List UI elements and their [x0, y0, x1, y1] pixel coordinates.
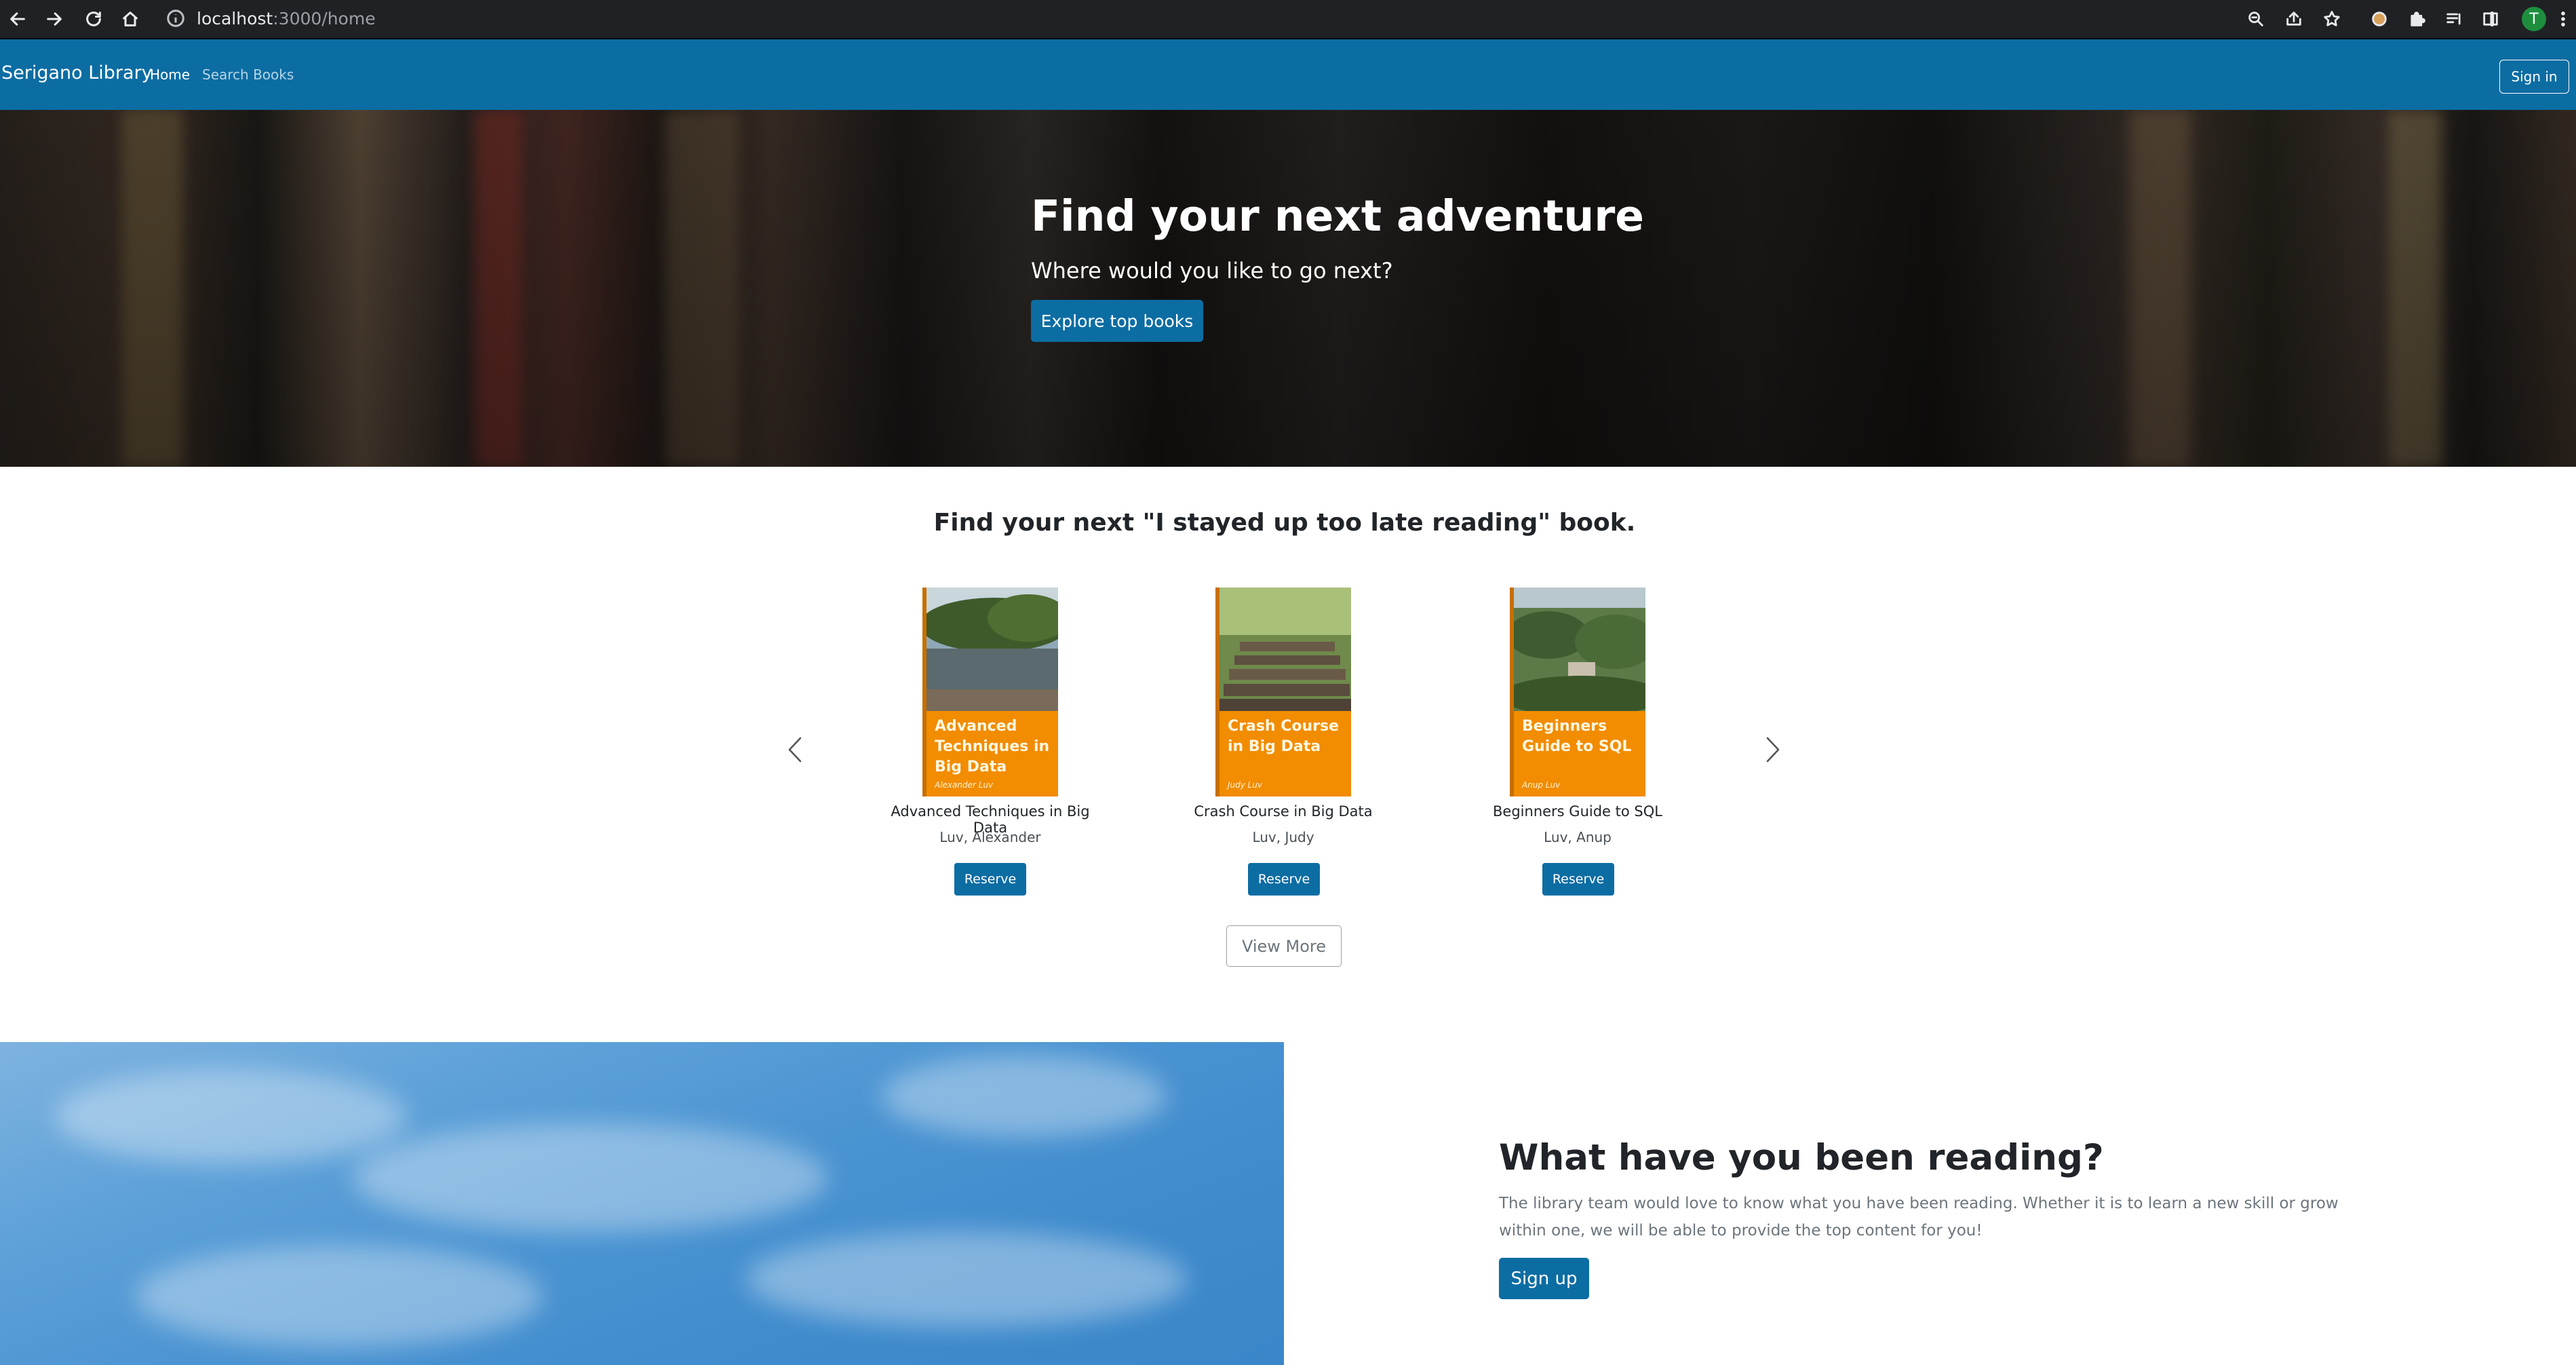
cover-title: Beginners Guide to SQL	[1522, 718, 1632, 755]
sign-in-button[interactable]: Sign in	[2499, 60, 2569, 94]
book-author: Luv, Anup	[1544, 829, 1612, 845]
sign-up-button[interactable]: Sign up	[1499, 1258, 1589, 1299]
hero-overlay	[0, 110, 2576, 467]
cover-photo	[1219, 588, 1351, 711]
bookmark-star-icon[interactable]	[2318, 5, 2345, 33]
reading-list-icon[interactable]	[2440, 5, 2467, 33]
book-cover[interactable]: Crash Course in Big Data Judy Luv	[1215, 588, 1351, 796]
extension-cookie-icon[interactable]	[2366, 5, 2393, 33]
cloud-shape	[353, 1123, 827, 1232]
book-card: Beginners Guide to SQL Anup Luv Beginner…	[1462, 588, 1693, 896]
book-title[interactable]: Crash Course in Big Data	[1168, 803, 1399, 820]
book-cover[interactable]: Advanced Techniques in Big Data Alexande…	[922, 588, 1058, 796]
home-icon[interactable]	[117, 5, 144, 33]
cloud-shape	[746, 1232, 1187, 1327]
cloud-shape	[882, 1056, 1167, 1137]
reserve-button[interactable]: Reserve	[954, 863, 1026, 896]
cover-title: Crash Course in Big Data	[1228, 718, 1340, 755]
url-host: localhost	[197, 9, 273, 28]
site-navbar: Serigano Library Home Search Books Sign …	[0, 39, 2576, 110]
hero-title: Find your next adventure	[1031, 191, 1644, 241]
book-author: Luv, Alexander	[939, 829, 1041, 845]
carousel-next-icon[interactable]	[1759, 733, 1787, 767]
cover-author: Anup Luv	[1522, 780, 1561, 790]
book-card: Advanced Techniques in Big Data Alexande…	[875, 588, 1106, 896]
cloud-shape	[54, 1069, 407, 1164]
cover-title: Advanced Techniques in Big Data	[935, 718, 1050, 775]
reading-title: What have you been reading?	[1499, 1137, 2104, 1178]
view-more-button[interactable]: View More	[1226, 925, 1342, 967]
reserve-button[interactable]: Reserve	[1542, 863, 1614, 896]
cover-photo	[1514, 588, 1645, 711]
carousel-prev-icon[interactable]	[781, 733, 808, 767]
back-icon[interactable]	[4, 5, 31, 33]
featured-heading: Find your next "I stayed up too late rea…	[933, 509, 1636, 537]
site-info-icon[interactable]	[165, 8, 187, 30]
cover-author: Judy Luv	[1228, 780, 1263, 790]
forward-icon[interactable]	[41, 5, 68, 33]
browser-menu-icon[interactable]	[2553, 5, 2573, 33]
nav-link-home[interactable]: Home	[150, 66, 190, 83]
hero-subtitle: Where would you like to go next?	[1031, 258, 1393, 284]
sky-image	[0, 1042, 1284, 1365]
reading-description: The library team would love to know what…	[1499, 1195, 2339, 1239]
reload-icon[interactable]	[80, 5, 107, 33]
nav-link-search-books[interactable]: Search Books	[202, 66, 294, 83]
brand-logo[interactable]: Serigano Library	[1, 62, 153, 83]
extensions-puzzle-icon[interactable]	[2404, 5, 2431, 33]
book-author: Luv, Judy	[1252, 829, 1314, 845]
explore-top-books-button[interactable]: Explore top books	[1031, 300, 1203, 342]
browser-toolbar: localhost:3000/home T	[0, 0, 2576, 39]
book-title[interactable]: Beginners Guide to SQL	[1462, 803, 1693, 820]
book-cover[interactable]: Beginners Guide to SQL Anup Luv	[1510, 588, 1645, 796]
reserve-button[interactable]: Reserve	[1248, 863, 1320, 896]
cover-author: Alexander Luv	[935, 780, 994, 790]
cover-photo	[926, 588, 1058, 711]
url-path: :3000/home	[273, 9, 376, 28]
zoom-icon[interactable]	[2242, 5, 2269, 33]
side-panel-icon[interactable]	[2477, 5, 2504, 33]
address-bar[interactable]: localhost:3000/home	[197, 7, 376, 31]
profile-avatar[interactable]: T	[2522, 7, 2546, 31]
book-card: Crash Course in Big Data Judy Luv Crash …	[1168, 588, 1399, 896]
cloud-shape	[136, 1246, 543, 1347]
hero-banner: Find your next adventure Where would you…	[0, 110, 2576, 467]
share-icon[interactable]	[2280, 5, 2307, 33]
